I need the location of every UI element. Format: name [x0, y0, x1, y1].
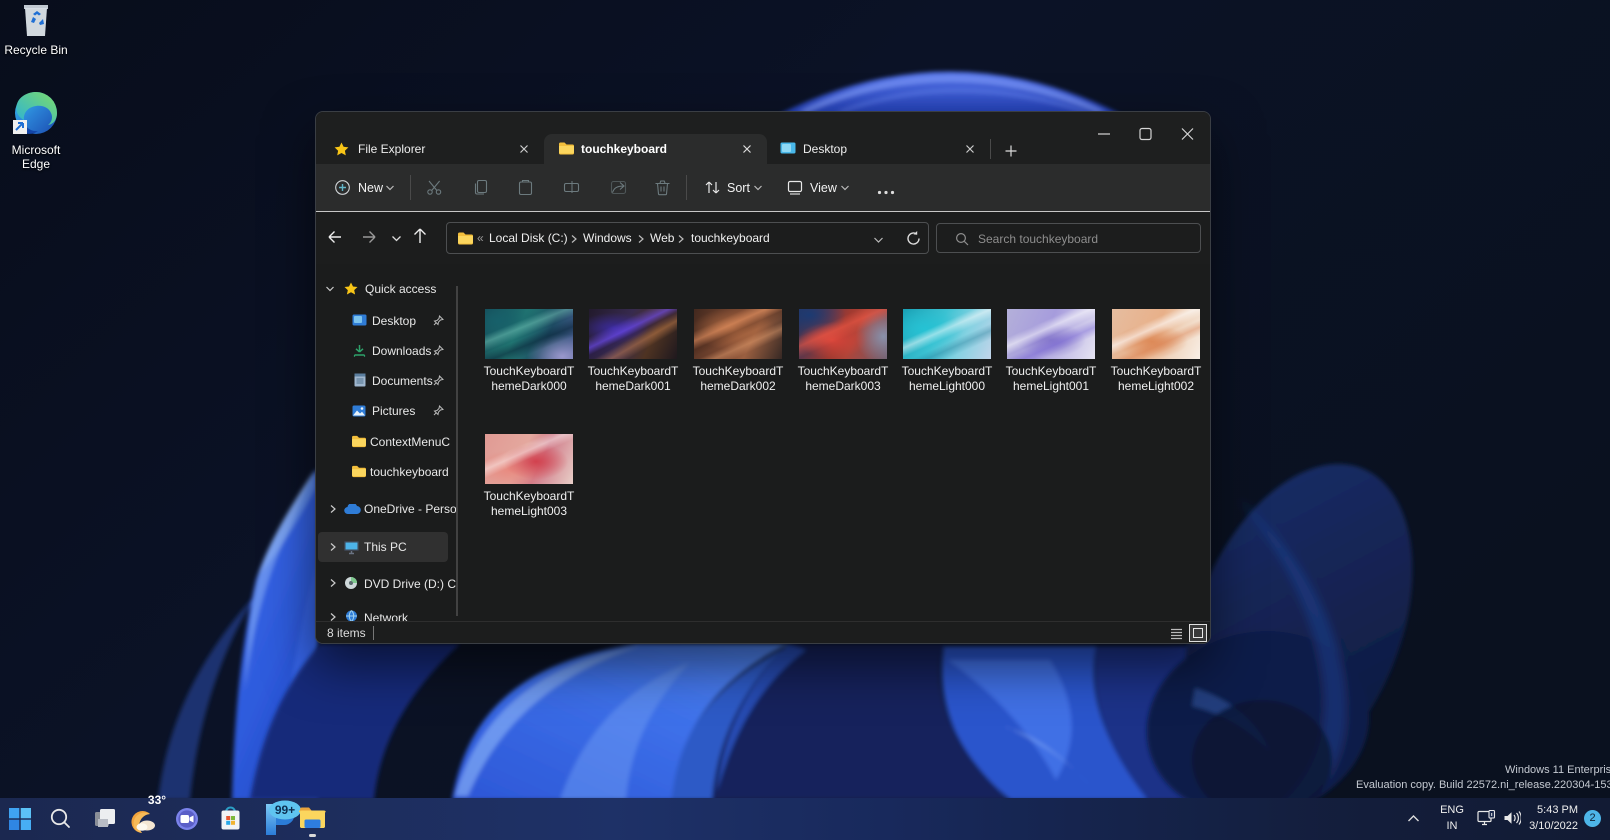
svg-text:99+: 99+	[275, 803, 295, 817]
